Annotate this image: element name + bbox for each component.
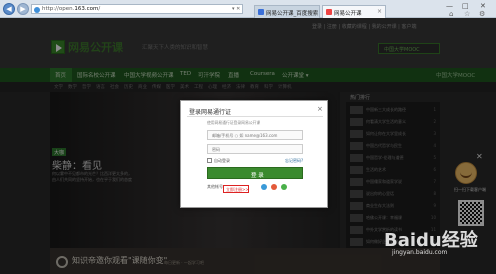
back-button[interactable]: ◀: [3, 3, 15, 15]
password-field[interactable]: [207, 144, 303, 154]
auto-login-label[interactable]: 自动登录: [214, 158, 230, 164]
username-field[interactable]: [207, 130, 303, 140]
settings-gear-icon[interactable]: ⚙: [479, 10, 485, 18]
username-input[interactable]: [208, 131, 302, 139]
minimize-button[interactable]: —: [446, 2, 453, 10]
weibo-login-icon[interactable]: [271, 184, 277, 190]
forward-button[interactable]: ▶: [17, 3, 29, 15]
netease-favicon-icon: [326, 9, 332, 15]
login-tip: 使用网易通行证登录网易公开课: [207, 120, 261, 125]
maximize-button[interactable]: □: [462, 2, 469, 10]
favorites-icon[interactable]: ☆: [464, 10, 470, 18]
baidu-favicon-icon: [258, 9, 264, 15]
divider: [187, 116, 323, 117]
address-url: http://open.163.com/: [42, 6, 101, 12]
register-link[interactable]: 立即注册>>: [223, 185, 249, 193]
tab-open-163[interactable]: 网易公开课 ×: [322, 5, 386, 18]
wechat-login-icon[interactable]: [281, 184, 287, 190]
qq-login-icon[interactable]: [261, 184, 267, 190]
tab-close-icon[interactable]: ×: [377, 8, 382, 15]
forgot-password-link[interactable]: 忘记密码?: [285, 158, 303, 164]
password-input[interactable]: [208, 145, 302, 153]
dialog-title: 登录网易通行证: [189, 109, 232, 116]
login-dialog: 登录网易通行证 × 使用网易通行证登录网易公开课 自动登录 忘记密码? 登 录 …: [180, 100, 328, 208]
dialog-close-icon[interactable]: ×: [317, 105, 323, 113]
home-icon[interactable]: ⌂: [449, 10, 453, 18]
site-favicon-icon: [34, 7, 40, 13]
other-accounts-label: 其他帐号: [207, 184, 223, 189]
tab-baidu-search[interactable]: 网易公开课_百度搜索: [254, 5, 320, 18]
watermark-url: jingyan.baidu.com: [392, 249, 448, 256]
address-bar[interactable]: http://open.163.com/ ▾ ✕: [31, 4, 243, 14]
login-button[interactable]: 登 录: [207, 167, 303, 179]
close-window-button[interactable]: ✕: [480, 2, 486, 10]
address-dropdown-icon[interactable]: ▾ ✕: [232, 6, 240, 12]
browser-toolbar: ◀ ▶ http://open.163.com/ ▾ ✕ 网易公开课_百度搜索 …: [0, 0, 496, 18]
auto-login-checkbox[interactable]: [207, 158, 212, 163]
